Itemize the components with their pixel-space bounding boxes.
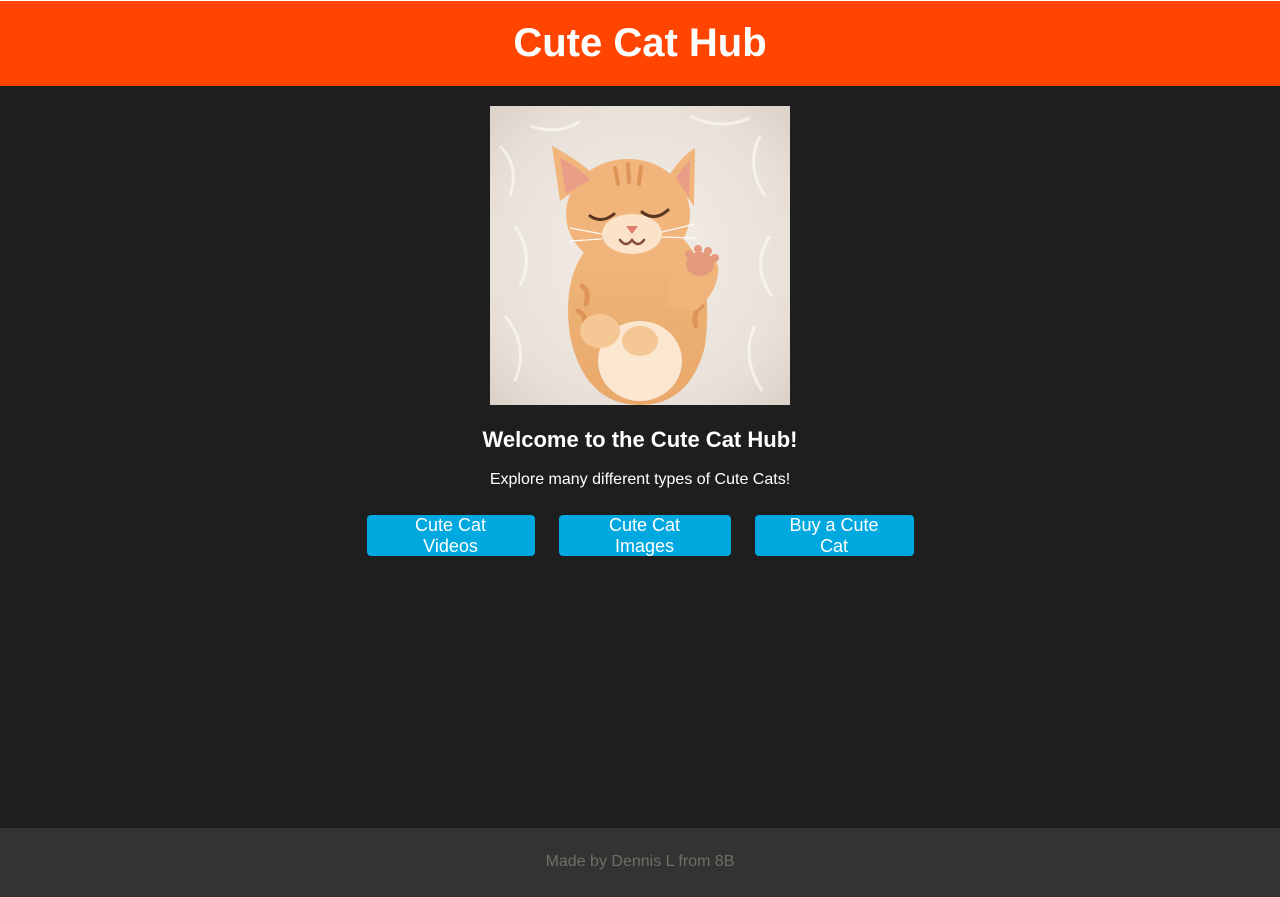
cute-cat-images-button[interactable]: Cute Cat Images bbox=[558, 515, 731, 556]
page: Cute Cat Hub Welcome to the Cute Cat Hub… bbox=[0, 0, 1280, 897]
site-title: Cute Cat Hub bbox=[513, 21, 767, 65]
buy-a-cute-cat-button[interactable]: Buy a Cute Cat bbox=[754, 515, 914, 556]
welcome-heading: Welcome to the Cute Cat Hub! bbox=[482, 427, 798, 452]
site-header: Cute Cat Hub bbox=[0, 0, 1280, 86]
button-group: Cute Cat Videos Cute Cat Images Buy a Cu… bbox=[366, 515, 914, 556]
tagline-text: Explore many different types of Cute Cat… bbox=[489, 471, 791, 488]
kitten-image bbox=[490, 106, 790, 405]
footer-credit: Made by Dennis L from 8B bbox=[545, 853, 735, 870]
main-content: Welcome to the Cute Cat Hub! Explore man… bbox=[0, 86, 1280, 828]
site-footer: Made by Dennis L from 8B bbox=[0, 828, 1280, 897]
cute-cat-videos-button[interactable]: Cute Cat Videos bbox=[366, 515, 535, 556]
